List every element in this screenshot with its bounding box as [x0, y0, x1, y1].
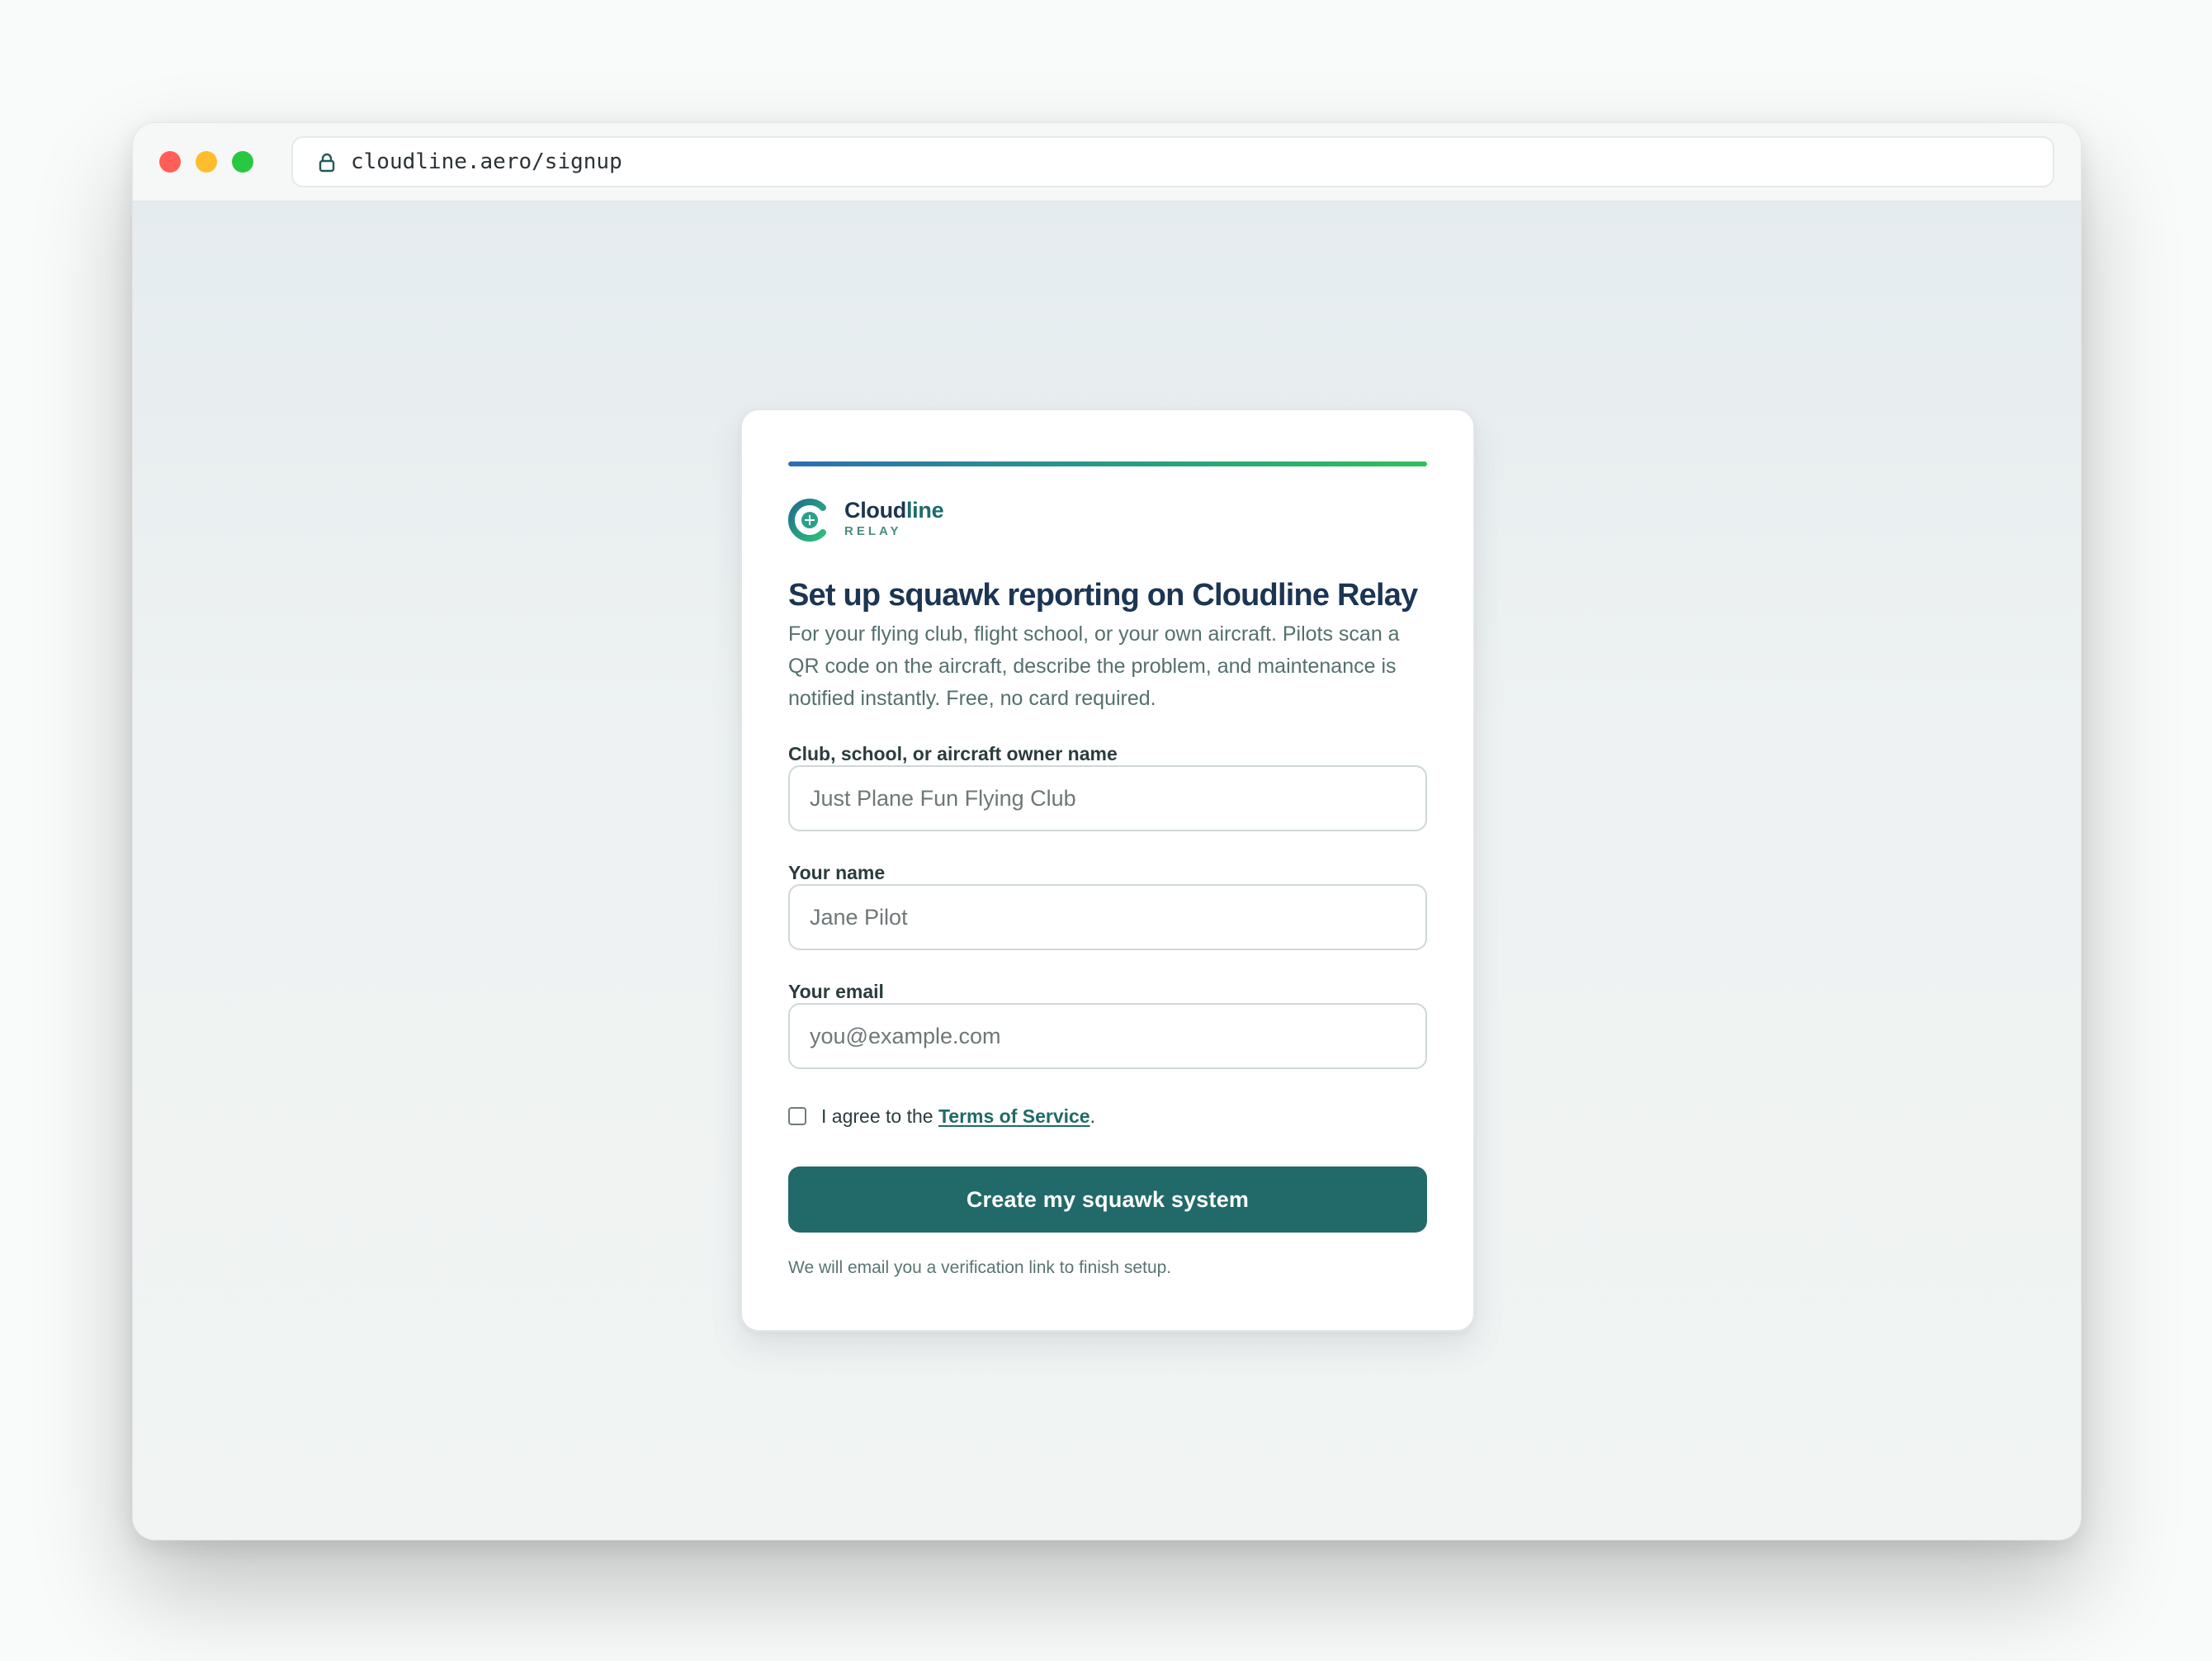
email-input[interactable]	[788, 1003, 1427, 1069]
your-name-input[interactable]	[788, 884, 1427, 950]
org-name-input[interactable]	[788, 765, 1427, 831]
terms-agreement: I agree to the Terms of Service.	[821, 1104, 1095, 1129]
lock-icon	[319, 153, 335, 173]
brand-name: Cloudline	[844, 498, 944, 523]
address-bar-url: cloudline.aero/signup	[351, 149, 622, 174]
window-close-button[interactable]	[159, 151, 181, 173]
page-viewport: Cloudline RELAY Set up squawk reporting …	[133, 202, 2081, 1540]
terms-suffix: .	[1089, 1105, 1095, 1127]
signup-card: Cloudline RELAY Set up squawk reporting …	[740, 409, 1475, 1332]
card-accent-bar	[788, 461, 1427, 466]
terms-checkbox[interactable]	[788, 1107, 806, 1125]
cloudline-logo-icon	[787, 499, 826, 542]
brand-subtitle: RELAY	[844, 524, 902, 538]
intro-text: For your flying club, flight school, or …	[788, 622, 1400, 710]
terms-prefix: I agree to the	[821, 1105, 938, 1127]
create-squawk-system-button[interactable]: Create my squawk system	[788, 1166, 1427, 1233]
window-minimize-button[interactable]	[196, 151, 217, 173]
browser-window: cloudline.aero/signup Cloudline RELAY Se…	[132, 122, 2082, 1540]
your-name-label: Your name	[788, 862, 886, 883]
address-bar[interactable]: cloudline.aero/signup	[291, 136, 2054, 187]
terms-of-service-link[interactable]: Terms of Service	[938, 1105, 1090, 1127]
window-zoom-button[interactable]	[232, 151, 253, 173]
browser-titlebar: cloudline.aero/signup	[133, 123, 2081, 202]
verification-note: We will email you a verification link to…	[788, 1258, 1172, 1277]
brand-wordmark: Cloudline RELAY	[844, 498, 944, 539]
page-title: Set up squawk reporting on Cloudline Rel…	[788, 578, 1418, 613]
email-label: Your email	[788, 981, 884, 1002]
org-name-label: Club, school, or aircraft owner name	[788, 743, 1118, 764]
